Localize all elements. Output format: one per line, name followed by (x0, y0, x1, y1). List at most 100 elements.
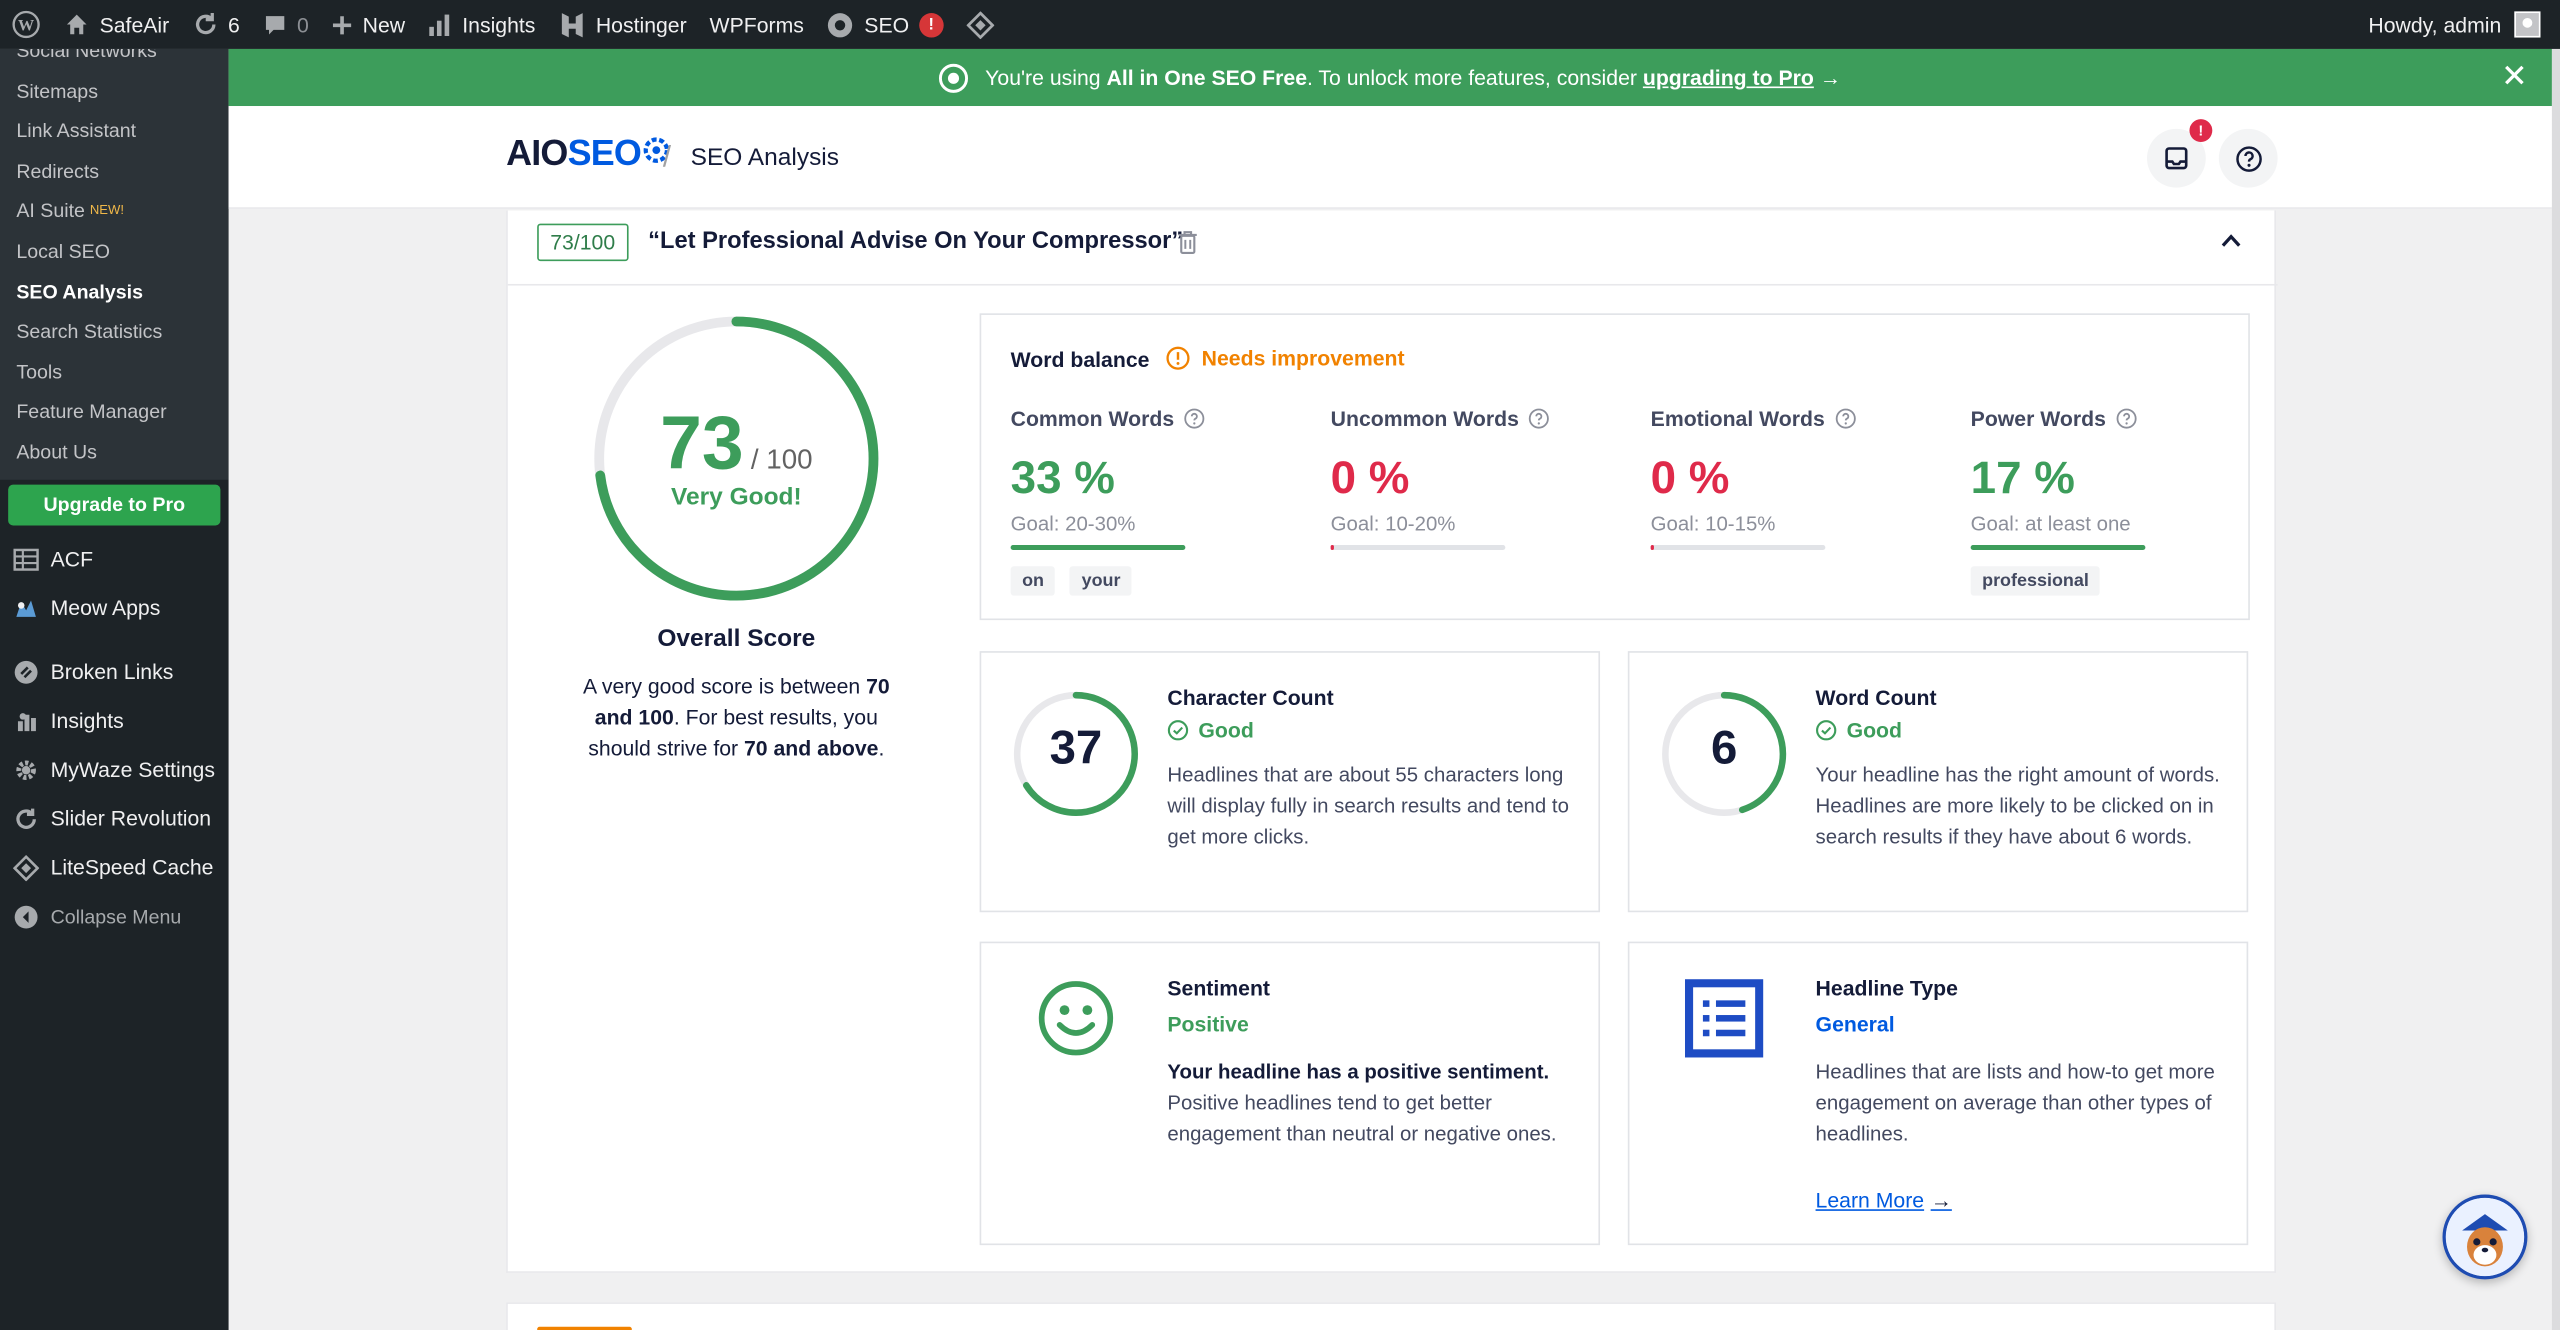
smiley-icon (1038, 981, 1114, 1056)
broken-links-icon (14, 660, 38, 684)
sidebar-item-search-statistics[interactable]: Search Statistics (0, 312, 229, 352)
sidebar-item-tools[interactable]: Tools (0, 352, 229, 392)
menu-item-insights[interactable]: Insights (0, 696, 229, 745)
sidebar-item-local-seo[interactable]: Local SEO (0, 232, 229, 272)
help-icon[interactable] (1835, 408, 1856, 429)
seo-submenu: Social Networks Sitemaps Link Assistant Red… (0, 48, 229, 480)
new-content-link[interactable]: New (320, 0, 416, 49)
sidebar-item-social-networks[interactable]: Social Networks (0, 49, 229, 71)
sidebar-item-sitemaps[interactable]: Sitemaps (0, 71, 229, 111)
check-circle-icon (1816, 720, 1837, 741)
word-progress-fill (1970, 545, 2146, 550)
scrollbar[interactable] (2551, 48, 2560, 1330)
learn-more-link[interactable]: Learn More → (1816, 1188, 1952, 1212)
site-name: SafeAir (99, 12, 170, 37)
litespeed-link[interactable] (955, 0, 1006, 49)
character-count-value: 37 (1049, 722, 1103, 776)
assistant-mascot-button[interactable] (2442, 1194, 2528, 1280)
word-tag: professional (1970, 566, 2101, 596)
close-icon[interactable] (2503, 64, 2526, 87)
wpforms-label: WPForms (709, 12, 804, 37)
word-count-title: Word Count (1815, 685, 1937, 710)
site-name-link[interactable]: SafeAir (52, 0, 180, 49)
card-header[interactable]: 73/100 “Let Professional Advise On Your … (507, 211, 2278, 286)
character-count-card: 37 Character Count Good Headlines that a… (979, 651, 1601, 913)
word-tags: on your (1010, 566, 1289, 596)
word-count-ring: 6 (1659, 689, 1790, 820)
wordpress-icon: W (12, 10, 40, 39)
analyzed-headline: “Let Professional Advise On Your Compres… (648, 228, 1184, 255)
menu-item-acf[interactable]: ACF (0, 534, 229, 583)
mascot-icon (2445, 1197, 2525, 1277)
menu-item-mywaze-settings[interactable]: MyWaze Settings (0, 745, 229, 794)
menu-item-meow-apps[interactable]: Meow Apps (0, 583, 229, 632)
menu-item-slider-revolution[interactable]: Slider Revolution (0, 794, 229, 843)
word-balance-column-uncommon-words: Uncommon Words 0 % Goal: 10-20% (1330, 406, 1609, 566)
sidebar-item-ai-suite[interactable]: AI Suite NEW! (0, 192, 229, 232)
hostinger-icon (561, 12, 583, 37)
character-count-title: Character Count (1167, 685, 1334, 710)
headline-type-card: Headline Type General Headlines that are… (1627, 941, 2249, 1246)
slider-icon (16, 807, 36, 829)
sidebar-item-seo-analysis[interactable]: SEO Analysis (0, 272, 229, 312)
comments-link[interactable]: 0 (251, 0, 320, 49)
insights-label: Insights (462, 12, 536, 37)
trash-icon[interactable] (1177, 230, 1198, 255)
sentiment-description: Your headline has a positive sentiment. … (1167, 1060, 1557, 1146)
word-goal: Goal: at least one (1970, 512, 2131, 536)
collapse-menu-label: Collapse Menu (50, 904, 182, 928)
word-goal: Goal: 10-15% (1650, 512, 1776, 536)
notifications-button[interactable]: ! (2147, 119, 2213, 188)
page-header: AIOSEO / SEO Analysis ! (228, 106, 2552, 209)
word-progress-fill (1010, 545, 1186, 550)
overall-score-gauge: 73 / 100 Very Good! (589, 312, 883, 606)
next-analysis-card (506, 1302, 2276, 1330)
wpforms-link[interactable]: WPForms (698, 0, 815, 49)
word-tag: your (1070, 566, 1132, 596)
word-percentage: 33 % (1010, 452, 1115, 503)
refresh-icon (195, 13, 215, 35)
sidebar-item-link-assistant[interactable]: Link Assistant (0, 111, 229, 151)
updates-count: 6 (227, 12, 240, 37)
upgrade-notice: You're using All in One SEO Free. To unl… (228, 48, 2552, 107)
breadcrumb-separator: / (662, 140, 672, 173)
seo-alert-badge: ! (918, 12, 944, 37)
word-count-description: Your headline has the right amount of wo… (1815, 763, 2220, 849)
aioseo-logo[interactable]: AIOSEO (506, 132, 669, 174)
admin-bar: W SafeAir 6 0 New Insights Hostinger WPF… (0, 0, 2560, 49)
help-icon[interactable] (1529, 408, 1550, 429)
list-icon (1684, 979, 1764, 1058)
collapse-menu-button[interactable]: Collapse Menu (0, 892, 229, 941)
upgrade-to-pro-button[interactable]: Upgrade to Pro (8, 483, 221, 525)
wordpress-logo-button[interactable]: W (0, 0, 52, 49)
hostinger-label: Hostinger (595, 12, 687, 37)
sidebar-item-about-us[interactable]: About Us (0, 432, 229, 472)
my-account-link[interactable]: Howdy, admin (2368, 11, 2560, 38)
score-value: 73 / 100 (660, 399, 813, 485)
chevron-up-icon[interactable] (2220, 233, 2241, 248)
word-progress-bar (1330, 545, 1506, 550)
score-label: Very Good! (671, 483, 802, 511)
sentiment-status: Positive (1167, 1011, 1249, 1037)
help-icon[interactable] (2116, 408, 2137, 429)
insights-link[interactable]: Insights (417, 0, 547, 49)
diamond-icon (966, 10, 995, 39)
comment-icon (265, 15, 285, 34)
menu-item-broken-links[interactable]: Broken Links (0, 647, 229, 696)
word-balance-column-emotional-words: Emotional Words 0 % Goal: 10-15% (1650, 406, 1929, 566)
table-icon (13, 547, 39, 570)
help-button[interactable] (2218, 128, 2278, 188)
help-icon[interactable] (1184, 408, 1205, 429)
inbox-icon (2165, 147, 2188, 170)
admin-sidebar: Social Networks Sitemaps Link Assistant Red… (0, 48, 229, 1330)
sidebar-item-redirects[interactable]: Redirects (0, 151, 229, 191)
home-icon (66, 14, 87, 35)
seo-menu-link[interactable]: SEO ! (815, 0, 955, 49)
sidebar-item-feature-manager[interactable]: Feature Manager (0, 392, 229, 432)
updates-link[interactable]: 6 (181, 0, 252, 49)
upgrade-link[interactable]: upgrading to Pro (1643, 65, 1814, 89)
hostinger-link[interactable]: Hostinger (547, 0, 698, 49)
menu-item-litespeed-cache[interactable]: LiteSpeed Cache (0, 843, 229, 892)
word-count-status: Good (1816, 718, 1902, 743)
new-badge: NEW! (89, 202, 124, 218)
